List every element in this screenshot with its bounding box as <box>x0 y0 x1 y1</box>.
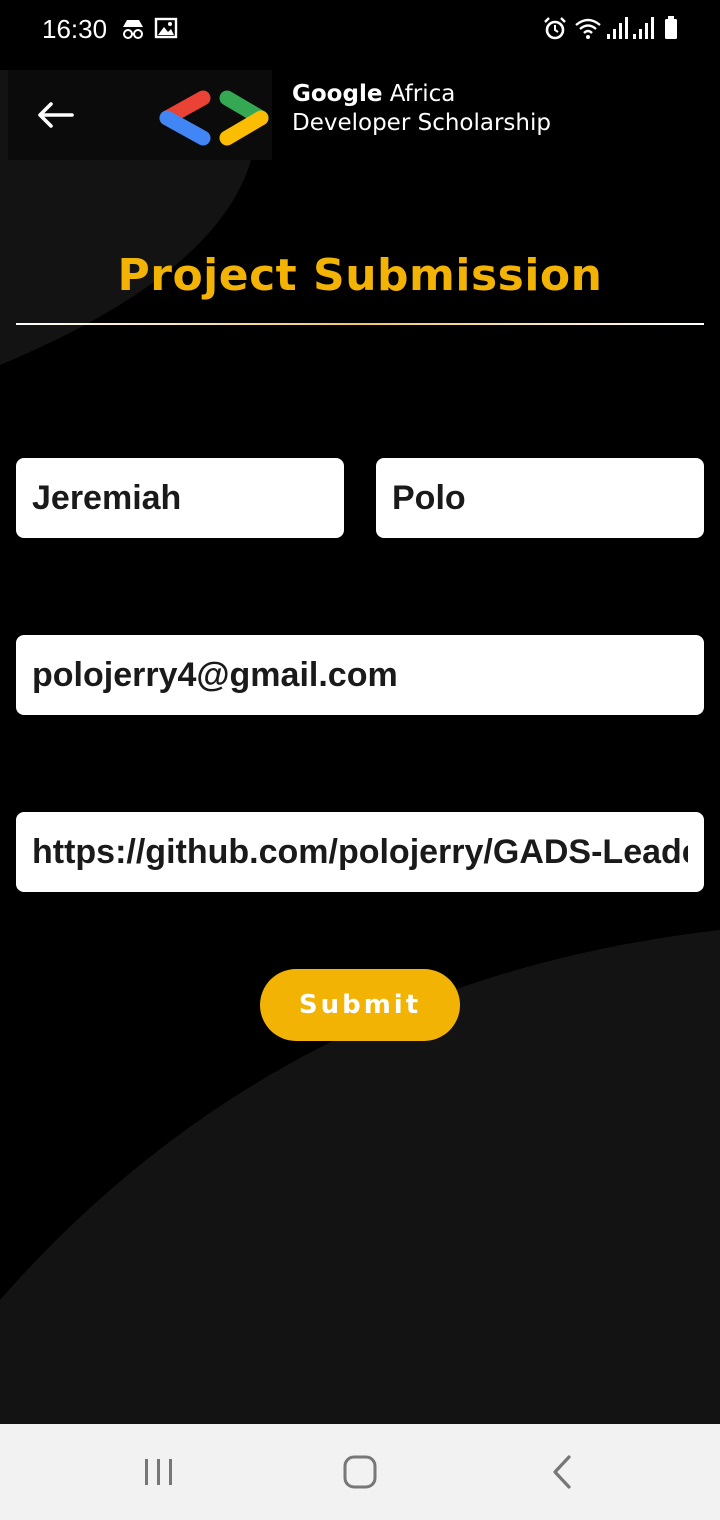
home-icon <box>343 1455 377 1489</box>
status-time: 16:30 <box>42 14 108 44</box>
recents-button[interactable] <box>129 1446 189 1498</box>
last-name-field[interactable] <box>376 458 704 538</box>
back-button[interactable] <box>30 92 82 138</box>
signal-icon <box>632 16 654 45</box>
email-input[interactable] <box>32 655 688 695</box>
battery-icon <box>664 16 678 45</box>
home-button[interactable] <box>330 1446 390 1498</box>
email-field[interactable] <box>16 635 704 715</box>
wifi-icon <box>574 16 602 47</box>
submit-button[interactable]: Submit <box>260 969 460 1041</box>
signal-icon <box>606 16 628 45</box>
background-shapes <box>0 70 720 1424</box>
title-divider <box>16 323 704 325</box>
brand-text: Google Africa Developer Scholarship <box>292 80 551 138</box>
image-icon <box>154 16 178 45</box>
first-name-field[interactable] <box>16 458 344 538</box>
project-link-field[interactable] <box>16 812 704 892</box>
last-name-input[interactable] <box>392 478 688 518</box>
nav-back-button[interactable] <box>532 1446 592 1498</box>
arrow-left-icon <box>38 102 74 128</box>
brand-google: Google <box>292 81 383 107</box>
project-link-input[interactable] <box>32 832 688 872</box>
status-bar: 16:30 <box>0 0 720 60</box>
incognito-icon <box>120 16 146 47</box>
back-icon <box>553 1455 571 1489</box>
recents-icon <box>145 1459 172 1485</box>
brand-africa: Africa <box>382 81 456 107</box>
system-nav-bar <box>0 1424 720 1520</box>
alarm-icon <box>543 16 567 47</box>
page-title: Project Submission <box>117 250 603 301</box>
brand-subtitle: Developer Scholarship <box>292 110 551 136</box>
first-name-input[interactable] <box>32 478 328 518</box>
gads-logo <box>155 88 271 153</box>
